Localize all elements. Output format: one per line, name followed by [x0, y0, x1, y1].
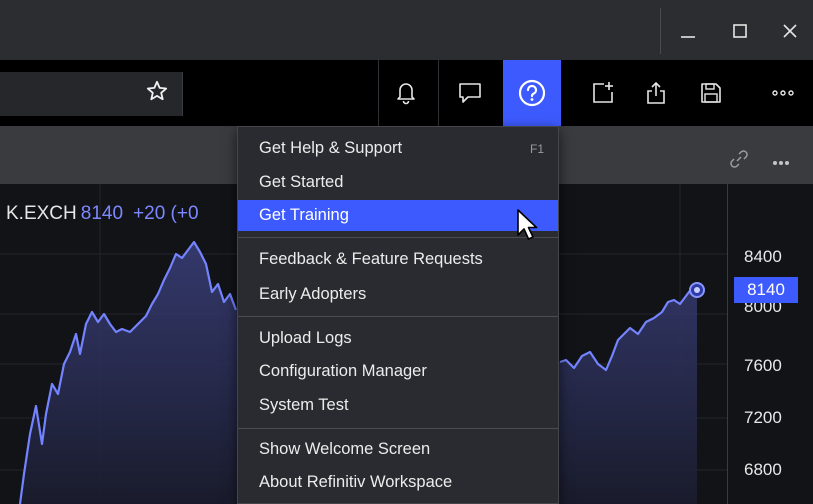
menu-item-label: Get Help & Support: [259, 139, 403, 157]
menu-item-upload-logs[interactable]: Upload Logs: [238, 323, 558, 354]
ticker-symbol[interactable]: K.EXCH: [6, 203, 77, 224]
share-button[interactable]: [631, 60, 681, 126]
menu-item-label: Get Training: [259, 206, 349, 224]
new-window-button[interactable]: [578, 60, 628, 126]
menu-item-configuration-manager[interactable]: Configuration Manager: [238, 356, 558, 387]
close-button[interactable]: [770, 14, 810, 48]
close-icon: [783, 24, 797, 38]
chat-icon: [459, 83, 481, 103]
mouse-cursor-icon: [517, 209, 538, 240]
menu-item-about[interactable]: About Refinitiv Workspace: [238, 467, 558, 498]
window-controls-divider: [660, 8, 661, 54]
y-tick-label: 8400: [744, 247, 782, 266]
toolbar-divider: [438, 60, 439, 126]
menu-item-label: Show Welcome Screen: [259, 440, 431, 458]
help-icon: [518, 79, 546, 107]
save-icon: [701, 83, 721, 103]
menu-separator: [238, 316, 558, 317]
menu-item-early-adopters[interactable]: Early Adopters: [238, 279, 558, 310]
menu-item-label: Configuration Manager: [259, 362, 427, 380]
help-menu: Get Help & Support F1 Get Started Get Tr…: [237, 126, 559, 504]
ticker-price: 8140: [80, 203, 124, 224]
menu-item-get-help-support[interactable]: Get Help & Support F1: [238, 133, 558, 164]
panel-more-button[interactable]: [772, 153, 790, 169]
menu-item-label: Upload Logs: [259, 329, 352, 347]
more-icon: [772, 90, 794, 96]
more-options-button[interactable]: [758, 60, 808, 126]
menu-item-label: Get Started: [259, 173, 344, 191]
y-tick-label: 7200: [744, 408, 782, 427]
bell-icon: [397, 83, 415, 105]
menu-item-label: System Test: [259, 396, 349, 414]
maximize-button[interactable]: [720, 14, 760, 48]
help-button[interactable]: [503, 60, 561, 126]
messenger-button[interactable]: [445, 60, 495, 126]
menu-separator: [238, 237, 558, 238]
notifications-button[interactable]: [381, 60, 431, 126]
star-icon: [146, 80, 168, 101]
menu-item-system-test[interactable]: System Test: [238, 390, 558, 421]
favorite-button[interactable]: [146, 80, 168, 108]
last-price-dot: [694, 287, 700, 293]
y-tick-label: 6800: [744, 460, 782, 479]
menu-item-label: About Refinitiv Workspace: [259, 473, 453, 491]
link-icon: [730, 150, 748, 168]
ticker-quote: K.EXCH 8140 +20 (+0: [6, 203, 199, 225]
menu-item-get-started[interactable]: Get Started: [238, 167, 558, 198]
minimize-icon: [681, 36, 695, 38]
toolbar-divider: [378, 60, 379, 126]
menu-item-label: Feedback & Feature Requests: [259, 250, 483, 268]
minimize-button[interactable]: [668, 14, 708, 48]
link-button[interactable]: [730, 150, 748, 171]
menu-item-get-training[interactable]: Get Training: [238, 200, 558, 231]
y-tick-label: 7600: [744, 356, 782, 375]
y-axis-divider: [727, 184, 728, 504]
save-button[interactable]: [686, 60, 736, 126]
menu-item-label: Early Adopters: [259, 285, 367, 303]
more-icon: [773, 161, 789, 165]
menu-item-show-welcome-screen[interactable]: Show Welcome Screen: [238, 434, 558, 465]
share-icon: [647, 81, 665, 104]
menu-item-shortcut: F1: [529, 141, 544, 156]
maximize-icon: [733, 24, 747, 38]
menu-separator: [238, 428, 558, 429]
ticker-change: +20 (+0: [133, 203, 199, 224]
menu-item-feedback[interactable]: Feedback & Feature Requests: [238, 244, 558, 275]
new-window-icon: [593, 82, 613, 103]
current-price-badge: 8140: [734, 277, 798, 303]
